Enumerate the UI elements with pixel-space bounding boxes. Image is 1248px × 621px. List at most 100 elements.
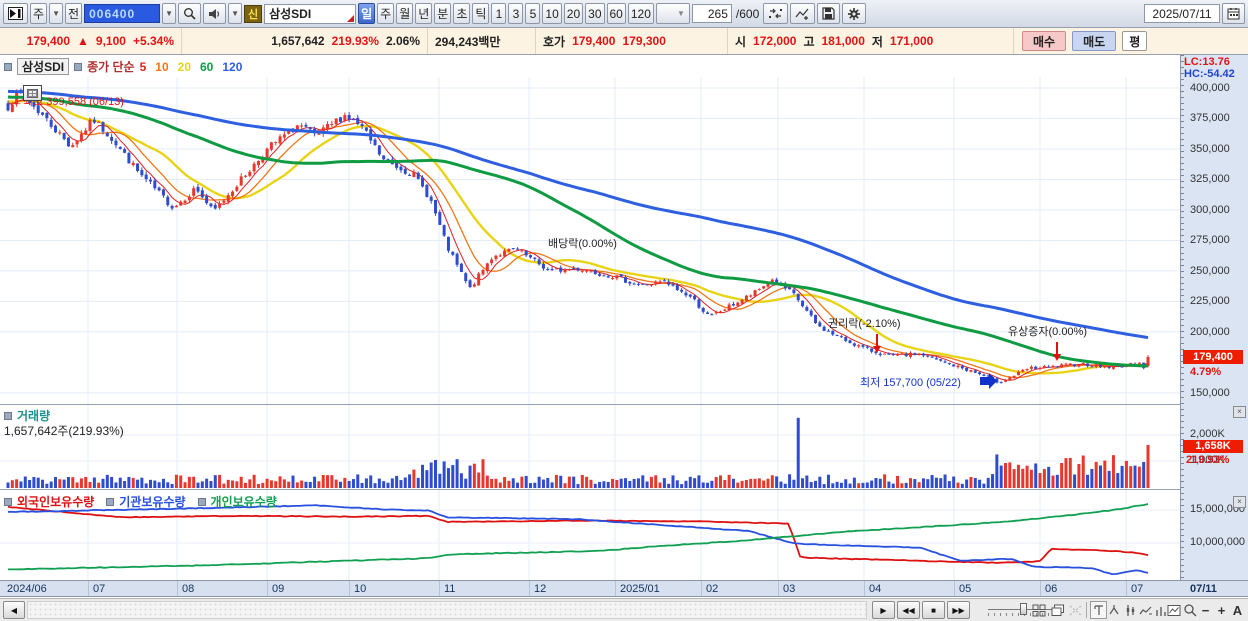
period-select-label: 주 <box>33 7 45 21</box>
zoom-tool-button[interactable] <box>1181 601 1198 619</box>
sound-alert-button[interactable] <box>203 3 227 24</box>
zoom-out-button[interactable]: − <box>1197 601 1214 619</box>
panel-close-button[interactable]: × <box>1233 406 1246 418</box>
zoom-in-button[interactable]: + <box>1213 601 1230 619</box>
panel-close-button[interactable]: × <box>1233 496 1246 508</box>
time-axis-label: 07 <box>1131 583 1144 595</box>
legend-chip-icon[interactable] <box>74 62 83 71</box>
price-badge-pct: 4.79% <box>1190 366 1222 378</box>
svg-text:최저 157,700 (05/22): 최저 157,700 (05/22) <box>860 376 961 389</box>
volume-tick: 2,000K <box>1190 428 1225 440</box>
period-select[interactable]: 주 <box>30 3 48 24</box>
compare-arrows-icon <box>769 8 783 19</box>
candle-tool-icon <box>1126 604 1134 616</box>
ma-period-20[interactable]: 20 <box>178 60 191 74</box>
tab-minute-60[interactable]: 60 <box>606 3 626 24</box>
sell-button-label: 매도 <box>1083 34 1106 49</box>
ma-period-list: 5 10 20 60 120 <box>140 60 243 74</box>
chart-image-button[interactable] <box>1165 601 1182 619</box>
trade-value-cell: 294,243백만 <box>428 28 536 54</box>
volume-badge-pct: 219.93% <box>1186 454 1230 466</box>
custom-period-select[interactable]: ▼ <box>655 3 690 24</box>
lc-readout: LC:13.76 <box>1184 56 1230 68</box>
tab-minute-10[interactable]: 10 <box>542 3 562 24</box>
ma-period-10[interactable]: 10 <box>155 60 168 74</box>
grid-toggle-button[interactable] <box>23 85 42 101</box>
tab-period-0[interactable]: 일 <box>358 3 376 24</box>
time-axis-separator <box>88 581 89 596</box>
time-axis-label: 07 <box>93 583 106 595</box>
current-price-badge: 179,400 <box>1183 350 1243 364</box>
stock-code-input[interactable]: 006400 <box>84 4 161 23</box>
tab-period-2[interactable]: 월 <box>396 3 414 24</box>
stock-code-dropdown[interactable]: ▼ <box>162 3 177 24</box>
holdings-series-label: 개인보유수량 <box>210 495 277 509</box>
scatter-mode-button[interactable] <box>1067 601 1084 619</box>
auto-scale-button[interactable]: A <box>1229 601 1246 619</box>
save-chart-button[interactable] <box>817 3 841 24</box>
tab-minute-3[interactable]: 3 <box>508 3 524 24</box>
time-axis-separator <box>864 581 865 596</box>
tab-minute-1[interactable]: 1 <box>491 3 507 24</box>
ma-period-120[interactable]: 120 <box>222 60 242 74</box>
tab-minute-30[interactable]: 30 <box>585 3 605 24</box>
rewind-button[interactable]: ◀◀ <box>897 601 920 619</box>
time-axis-label: 2024/06 <box>7 583 47 595</box>
tile-windows-button[interactable] <box>1030 601 1047 619</box>
magnifier-icon <box>1183 604 1197 617</box>
tab-minute-120[interactable]: 120 <box>627 3 654 24</box>
chart-scrollbar[interactable] <box>27 601 867 619</box>
time-axis-separator <box>778 581 779 596</box>
tab-period-1[interactable]: 주 <box>377 3 395 24</box>
chart-date-input[interactable]: 2025/07/11 <box>1144 4 1220 23</box>
chart-date-value: 2025/07/11 <box>1152 6 1212 21</box>
legend-chip-icon[interactable] <box>4 411 12 420</box>
period-select-dropdown[interactable]: ▼ <box>49 3 64 24</box>
time-axis[interactable]: 2024/06 07 08 09 10 11 12 2025/01 02 03 04 05 06 07 0… <box>0 580 1248 597</box>
avg-button[interactable]: 평 <box>1122 31 1148 51</box>
tab-period-5[interactable]: 초 <box>453 3 471 24</box>
time-axis-separator <box>267 581 268 596</box>
price-cell: 179,400 ▲ 9,100 +5.34% <box>0 28 182 54</box>
buy-button-label: 매수 <box>1033 34 1056 49</box>
calendar-button[interactable] <box>1222 3 1245 24</box>
crosshair-tool-button[interactable] <box>1090 601 1107 619</box>
crosshair-tool-icon <box>1093 604 1103 615</box>
chart-settings-button[interactable] <box>842 3 867 24</box>
ma-period-60[interactable]: 60 <box>200 60 213 74</box>
stock-name-box[interactable]: 삼성SDI <box>264 3 357 24</box>
cascade-windows-button[interactable] <box>1049 601 1066 619</box>
ma-legend-label: 종가 단순 <box>87 60 135 74</box>
trendline-tool-button[interactable] <box>790 3 816 24</box>
tab-minute-5[interactable]: 5 <box>525 3 541 24</box>
time-axis-label: 09 <box>272 583 285 595</box>
sound-alert-dropdown[interactable]: ▼ <box>228 3 243 24</box>
buy-button[interactable]: 매수 <box>1022 31 1067 51</box>
holdings-series-0[interactable]: 외국인보유수량 <box>4 493 94 510</box>
tab-period-3[interactable]: 년 <box>415 3 433 24</box>
holdings-series-1[interactable]: 기관보유수량 <box>106 493 186 510</box>
prev-stock-button[interactable]: 전 <box>65 3 83 24</box>
price-axis[interactable]: LC:13.76 HC:-54.42 400,000 375,000 350,000… <box>1180 55 1248 580</box>
legend-chip-icon[interactable] <box>4 62 12 71</box>
play-button[interactable]: ▶ <box>872 601 895 619</box>
legend-symbol[interactable]: 삼성SDI <box>17 58 70 75</box>
bar-count-input[interactable]: 265 <box>691 4 732 23</box>
tab-minute-20[interactable]: 20 <box>563 3 584 24</box>
panel-toggle-icon[interactable] <box>3 3 28 24</box>
stock-search-button[interactable] <box>178 3 202 24</box>
speed-slider-thumb[interactable] <box>1020 603 1027 615</box>
scroll-left-button[interactable]: ◀ <box>3 601 25 619</box>
stop-button[interactable]: ■ <box>922 601 945 619</box>
compare-chart-button[interactable] <box>763 3 789 24</box>
fast-forward-button[interactable]: ▶▶ <box>947 601 970 619</box>
sell-button[interactable]: 매도 <box>1072 31 1117 51</box>
turnover-ratio: 2.06% <box>385 34 420 48</box>
tile-windows-icon <box>1032 604 1045 616</box>
legend-chip-icon <box>197 497 206 506</box>
tab-period-6[interactable]: 틱 <box>472 3 490 24</box>
time-axis-label: 04 <box>869 583 882 595</box>
holdings-series-2[interactable]: 개인보유수량 <box>197 493 277 510</box>
tab-period-4[interactable]: 분 <box>434 3 452 24</box>
ma-period-5[interactable]: 5 <box>140 60 147 74</box>
